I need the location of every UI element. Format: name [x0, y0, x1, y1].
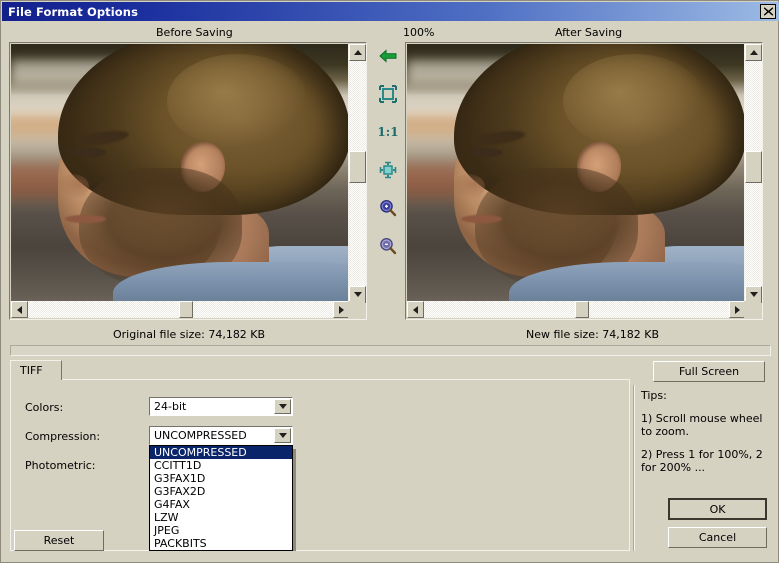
before-horizontal-scrollbar[interactable] — [11, 301, 350, 318]
zoom-out-icon[interactable] — [373, 235, 403, 257]
dropdown-item[interactable]: LZW — [150, 511, 292, 524]
window-title: File Format Options — [8, 4, 139, 19]
hscroll-thumb[interactable] — [575, 301, 589, 318]
actual-size-label: 1:1 — [377, 125, 399, 139]
full-screen-button-label: Full Screen — [678, 365, 740, 378]
panel-divider — [633, 385, 635, 551]
compression-select[interactable]: UNCOMPRESSED — [149, 426, 293, 445]
compression-dropdown-list[interactable]: UNCOMPRESSED CCITT1D G3FAX1D G3FAX2D G4FAX LZ… — [149, 445, 293, 551]
tip-line-1: 1) Scroll mouse wheel to zoom. — [641, 412, 766, 438]
fit-width-icon[interactable] — [373, 159, 403, 181]
scrollbar-corner — [744, 301, 761, 318]
after-horizontal-scrollbar[interactable] — [407, 301, 746, 318]
back-arrow-icon[interactable] — [373, 45, 403, 67]
photo-hair-highlight — [166, 54, 310, 148]
vscroll-thumb[interactable] — [745, 151, 762, 183]
photo-nose — [55, 173, 89, 200]
options-panel — [10, 379, 630, 551]
zoom-in-icon[interactable] — [373, 197, 403, 219]
chevron-down-icon — [353, 292, 362, 297]
after-image-view[interactable] — [407, 44, 746, 303]
cancel-button-label: Cancel — [698, 531, 737, 544]
vscroll-up-button[interactable] — [745, 44, 762, 61]
colors-select-value: 24-bit — [154, 400, 187, 413]
before-vertical-scrollbar[interactable] — [348, 44, 366, 303]
before-image-pane — [9, 42, 367, 320]
preview-photo-after — [407, 44, 746, 303]
original-file-size-label: Original file size: 74,182 KB — [113, 328, 266, 341]
title-bar: File Format Options — [2, 2, 779, 21]
tip-line-2: 2) Press 1 for 100%, 2 for 200% ... — [641, 448, 767, 474]
fit-width-glyph — [379, 161, 397, 179]
photo-nose — [451, 173, 485, 200]
chevron-down-icon — [278, 433, 287, 438]
reset-button-label: Reset — [43, 534, 75, 547]
dropdown-item[interactable]: G3FAX2D — [150, 485, 292, 498]
back-arrow-glyph — [379, 49, 397, 63]
chevron-left-icon — [413, 305, 418, 314]
fit-to-window-icon[interactable] — [373, 83, 403, 105]
dropdown-item[interactable]: PACKBITS — [150, 537, 292, 550]
chevron-down-icon — [278, 404, 287, 409]
new-file-size-label: New file size: 74,182 KB — [526, 328, 660, 341]
after-saving-label: After Saving — [555, 26, 623, 39]
chevron-down-icon — [749, 292, 758, 297]
colors-select[interactable]: 24-bit — [149, 397, 293, 416]
tab-tiff[interactable]: TIFF — [10, 360, 62, 380]
tab-tiff-label: TIFF — [20, 364, 43, 377]
ok-button-label: OK — [709, 502, 726, 516]
chevron-up-icon — [353, 50, 362, 55]
compression-select-value: UNCOMPRESSED — [154, 429, 247, 442]
file-format-options-dialog: File Format Options Before Saving 100% A… — [0, 0, 779, 563]
compression-select-arrow[interactable] — [274, 428, 291, 443]
cancel-button[interactable]: Cancel — [668, 527, 767, 548]
photo-hair-highlight — [562, 54, 706, 148]
close-icon[interactable] — [760, 4, 776, 19]
zoom-out-glyph — [380, 238, 397, 255]
photo-eye — [468, 147, 502, 157]
dropdown-item[interactable]: G3FAX1D — [150, 472, 292, 485]
format-tab-strip: TIFF — [10, 360, 630, 380]
chevron-right-icon — [339, 305, 344, 314]
full-screen-button[interactable]: Full Screen — [653, 361, 765, 382]
reset-button[interactable]: Reset — [14, 530, 104, 551]
hscroll-left-button[interactable] — [407, 301, 424, 318]
hscroll-left-button[interactable] — [11, 301, 28, 318]
hscroll-thumb[interactable] — [179, 301, 193, 318]
preview-photo-before — [11, 44, 350, 303]
dropdown-item[interactable]: CCITT1D — [150, 459, 292, 472]
dropdown-item[interactable]: JPEG — [150, 524, 292, 537]
chevron-right-icon — [735, 305, 740, 314]
colors-select-arrow[interactable] — [274, 399, 291, 414]
tips-panel: Tips: 1) Scroll mouse wheel to zoom. 2) … — [641, 389, 769, 484]
separator-bar — [10, 345, 771, 356]
dropdown-item[interactable]: G4FAX — [150, 498, 292, 511]
compression-label: Compression: — [25, 430, 101, 443]
fit-window-glyph — [379, 85, 397, 103]
ok-button[interactable]: OK — [668, 498, 767, 520]
vscroll-thumb[interactable] — [349, 151, 366, 183]
zoom-level-label: 100% — [403, 26, 435, 39]
scrollbar-corner — [348, 301, 365, 318]
actual-size-icon[interactable]: 1:1 — [373, 121, 403, 143]
colors-label: Colors: — [25, 401, 64, 414]
before-image-view[interactable] — [11, 44, 350, 303]
tips-heading: Tips: — [641, 389, 667, 402]
dropdown-shadow — [293, 449, 296, 551]
zoom-in-glyph — [380, 200, 397, 217]
after-image-pane — [405, 42, 763, 320]
vscroll-up-button[interactable] — [349, 44, 366, 61]
chevron-left-icon — [17, 305, 22, 314]
photometric-label: Photometric: — [25, 459, 96, 472]
chevron-up-icon — [749, 50, 758, 55]
photo-eye — [72, 147, 106, 157]
after-vertical-scrollbar[interactable] — [744, 44, 762, 303]
before-saving-label: Before Saving — [156, 26, 233, 39]
dropdown-item[interactable]: UNCOMPRESSED — [150, 446, 292, 459]
zoom-toolbar: 1:1 — [373, 45, 403, 305]
close-glyph — [763, 7, 773, 16]
